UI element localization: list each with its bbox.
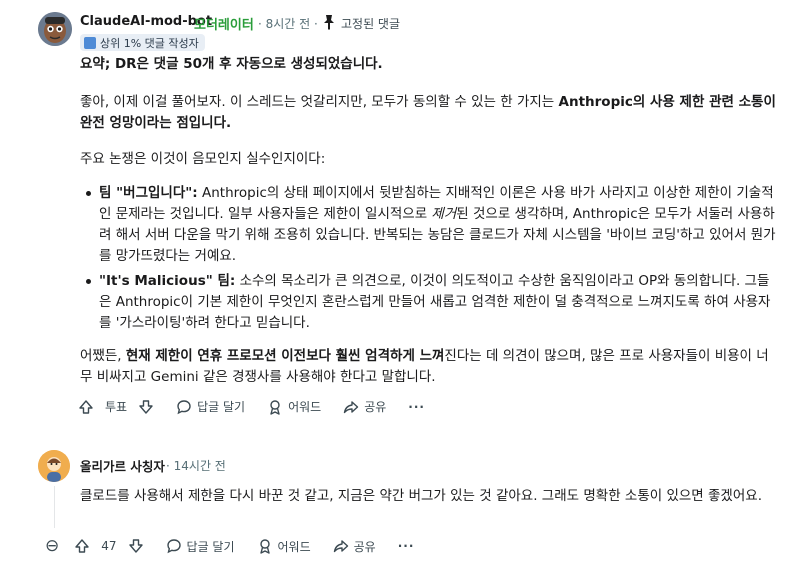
comment-action-bar: 투표 답글 달기 어워드 공유 ··· (78, 398, 425, 415)
comment-paragraph-1: 좋아, 이제 이걸 풀어보자. 이 스레드는 엇갈리지만, 모두가 동의할 수 … (80, 92, 780, 134)
robot-avatar-icon (38, 12, 72, 46)
share-button[interactable]: 공유 (333, 538, 376, 555)
comment-bubble-icon (177, 399, 191, 414)
user-avatar-icon (38, 450, 70, 482)
share-icon (333, 540, 348, 553)
comment-paragraph-2: 주요 논쟁은 이것이 음모인지 실수인지이다: (80, 151, 326, 167)
reply-text: 클로드를 사용해서 제한을 다시 바꾼 것 같고, 지금은 약간 버그가 있는 … (80, 488, 762, 504)
comment-paragraph-3: 어쨌든, 현재 제한이 연휴 프로모션 이전보다 훨씬 엄격하게 느껴진다는 데… (80, 346, 780, 388)
reply-button[interactable]: 답글 달기 (176, 398, 245, 415)
bullet-italic: 제거 (431, 206, 457, 222)
bullet-item-bug: 팀 "버그입니다": Anthropic의 상태 페이지에서 뒷받침하는 지배적… (80, 183, 780, 267)
bullet-dot (86, 191, 91, 196)
award-label: 어워드 (288, 400, 322, 414)
reply-button[interactable]: 답글 달기 (166, 538, 235, 555)
comment-bubble-icon (166, 539, 181, 554)
vote-count: 47 (101, 539, 117, 553)
downvote-icon[interactable] (128, 538, 144, 554)
collapse-thread-button[interactable]: ⊖ (45, 536, 59, 556)
award-button[interactable]: 어워드 (267, 398, 321, 415)
bullet-heading: "It's Malicious" 팀: (99, 273, 236, 289)
share-button[interactable]: 공유 (343, 398, 386, 415)
top-commenter-badge: 상위 1% 댓글 작성자 (80, 34, 205, 51)
reply-label: 답글 달기 (186, 539, 235, 554)
bullet-list: 팀 "버그입니다": Anthropic의 상태 페이지에서 뒷받침하는 지배적… (80, 183, 780, 338)
upvote-icon[interactable] (78, 399, 94, 415)
share-label: 공유 (353, 539, 376, 554)
comment-author[interactable]: ClaudeAI-mod-bot (80, 14, 212, 29)
top-commenter-icon (84, 36, 96, 49)
bullet-dot (86, 279, 91, 284)
mod-bot-avatar[interactable] (38, 12, 72, 46)
paragraph-text: 어쨌든, (80, 348, 126, 364)
vote-label: 투표 (105, 400, 128, 414)
vote-group: 투표 (78, 398, 154, 415)
moderator-badge: 모더레이터 (194, 18, 254, 33)
more-options-button[interactable]: ··· (408, 400, 425, 414)
bullet-item-malicious: "It's Malicious" 팀: 소수의 목소리가 큰 의견으로, 이것이… (80, 271, 780, 334)
more-options-button[interactable]: ··· (398, 539, 415, 553)
comment-timestamp: · 14시간 전 (166, 459, 226, 473)
thread-line[interactable] (54, 486, 55, 528)
award-icon (259, 539, 270, 554)
share-icon (344, 400, 359, 413)
reply-action-bar: ⊖ 47 답글 달기 어워드 공유 ··· (45, 536, 414, 556)
paragraph-text: 좋아, 이제 이걸 풀어보자. 이 스레드는 엇갈리지만, 모두가 동의할 수 … (80, 94, 559, 110)
vote-group: 47 (74, 538, 143, 554)
reply-label: 답글 달기 (197, 400, 246, 414)
award-label: 어워드 (277, 539, 311, 554)
paragraph-bold: 현재 제한이 연휴 프로모션 이전보다 훨씬 엄격하게 느껴 (125, 348, 445, 364)
tldr-line: 요약; DR은 댓글 50개 후 자동으로 생성되었습니다. (80, 56, 383, 72)
upvote-icon[interactable] (74, 538, 90, 554)
pinned-label: 고정된 댓글 (341, 17, 401, 31)
downvote-icon[interactable] (138, 399, 154, 415)
pin-icon (324, 15, 334, 30)
comment-timestamp: · 8시간 전 · (258, 17, 318, 31)
comment-author[interactable]: 올리가르 사칭자 (80, 456, 165, 475)
user-avatar[interactable] (38, 450, 70, 482)
award-icon (270, 399, 280, 415)
share-label: 공유 (364, 400, 387, 414)
top-commenter-label: 상위 1% 댓글 작성자 (100, 36, 199, 50)
bullet-heading: 팀 "버그입니다": (99, 185, 198, 201)
award-button[interactable]: 어워드 (257, 538, 311, 555)
